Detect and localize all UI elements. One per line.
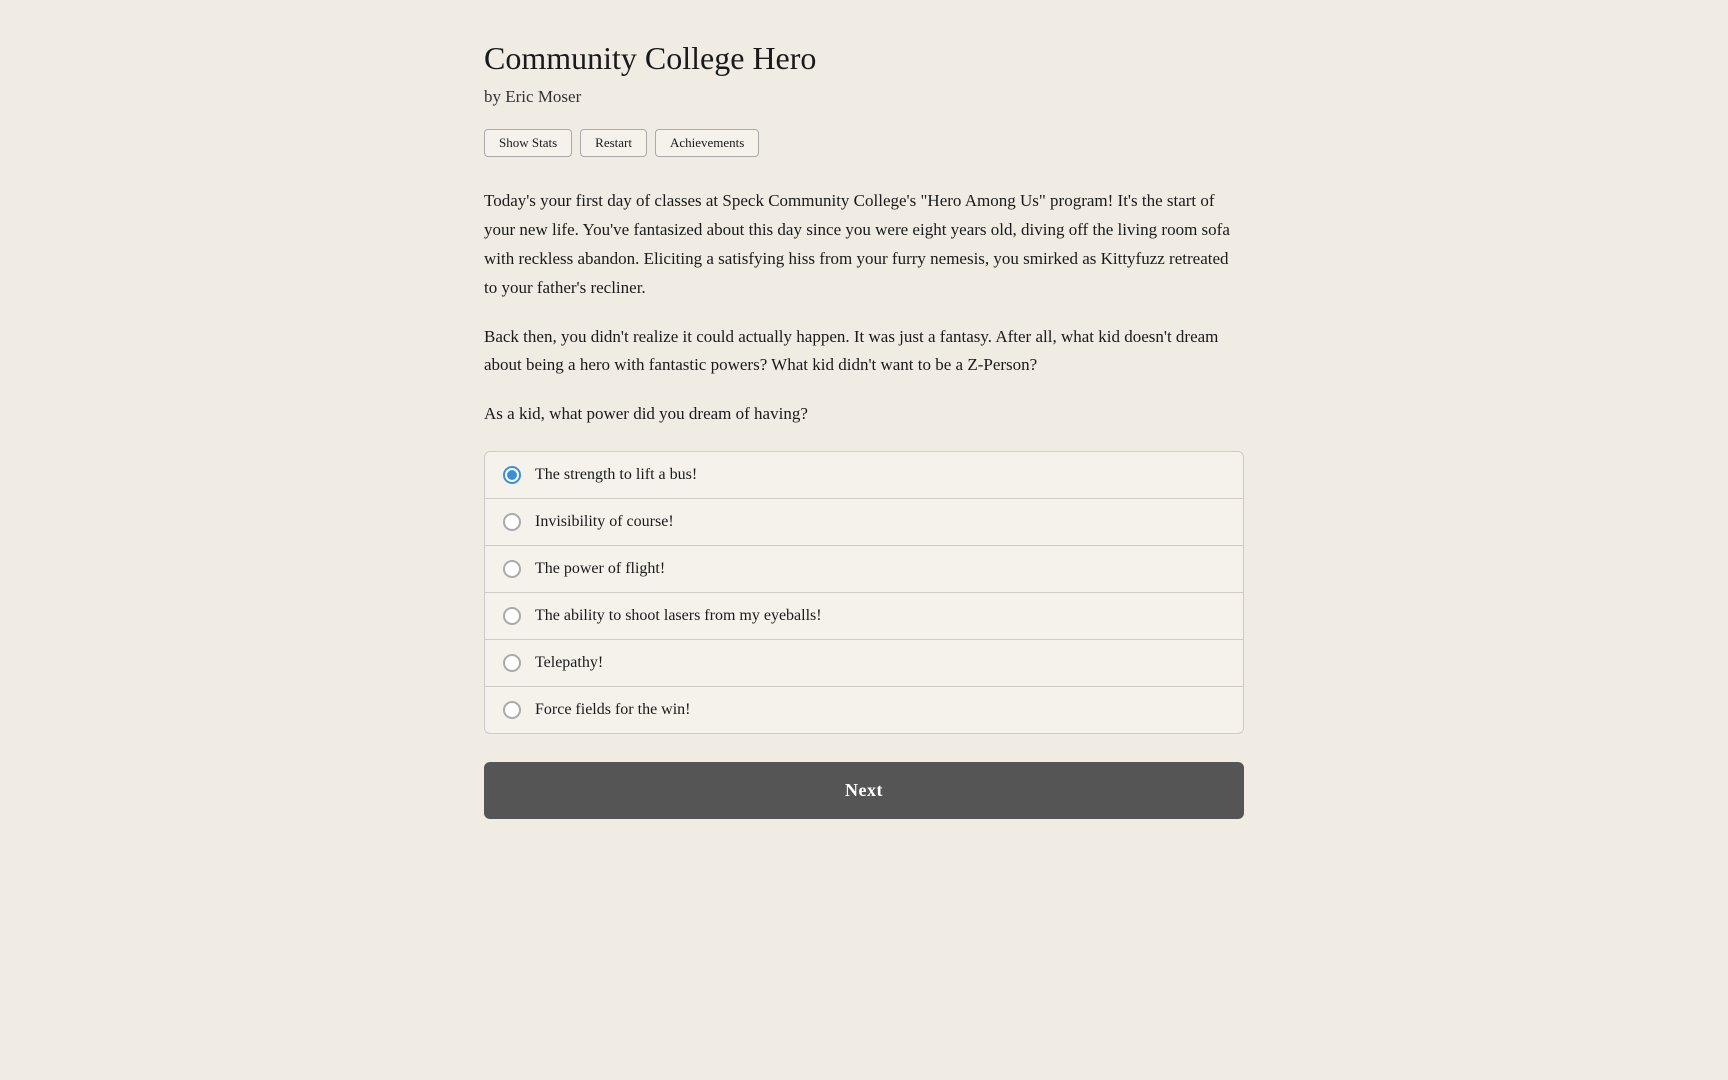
choice-label-6: Force fields for the win!	[535, 701, 691, 719]
toolbar: Show Stats Restart Achievements	[484, 129, 1244, 157]
choices-container: The strength to lift a bus! Invisibility …	[484, 451, 1244, 734]
game-author: by Eric Moser	[484, 87, 1244, 107]
choice-label-1: The strength to lift a bus!	[535, 466, 697, 484]
choice-item-1[interactable]: The strength to lift a bus!	[485, 452, 1243, 499]
story-paragraph-1: Today's your first day of classes at Spe…	[484, 187, 1244, 303]
radio-6	[503, 701, 521, 719]
radio-2	[503, 513, 521, 531]
radio-3	[503, 560, 521, 578]
page-container: Community College Hero by Eric Moser Sho…	[484, 40, 1244, 1040]
choice-item-3[interactable]: The power of flight!	[485, 546, 1243, 593]
radio-1	[503, 466, 521, 484]
restart-button[interactable]: Restart	[580, 129, 647, 157]
choice-item-4[interactable]: The ability to shoot lasers from my eyeb…	[485, 593, 1243, 640]
story-paragraph-2: Back then, you didn't realize it could a…	[484, 323, 1244, 381]
game-title: Community College Hero	[484, 40, 1244, 77]
choice-label-2: Invisibility of course!	[535, 513, 674, 531]
show-stats-button[interactable]: Show Stats	[484, 129, 572, 157]
choice-item-6[interactable]: Force fields for the win!	[485, 687, 1243, 733]
next-button[interactable]: Next	[484, 762, 1244, 819]
achievements-button[interactable]: Achievements	[655, 129, 759, 157]
choice-item-5[interactable]: Telepathy!	[485, 640, 1243, 687]
choice-label-3: The power of flight!	[535, 560, 665, 578]
choice-label-4: The ability to shoot lasers from my eyeb…	[535, 607, 822, 625]
radio-5	[503, 654, 521, 672]
choice-item-2[interactable]: Invisibility of course!	[485, 499, 1243, 546]
question-text: As a kid, what power did you dream of ha…	[484, 400, 1244, 429]
radio-4	[503, 607, 521, 625]
choice-label-5: Telepathy!	[535, 654, 603, 672]
